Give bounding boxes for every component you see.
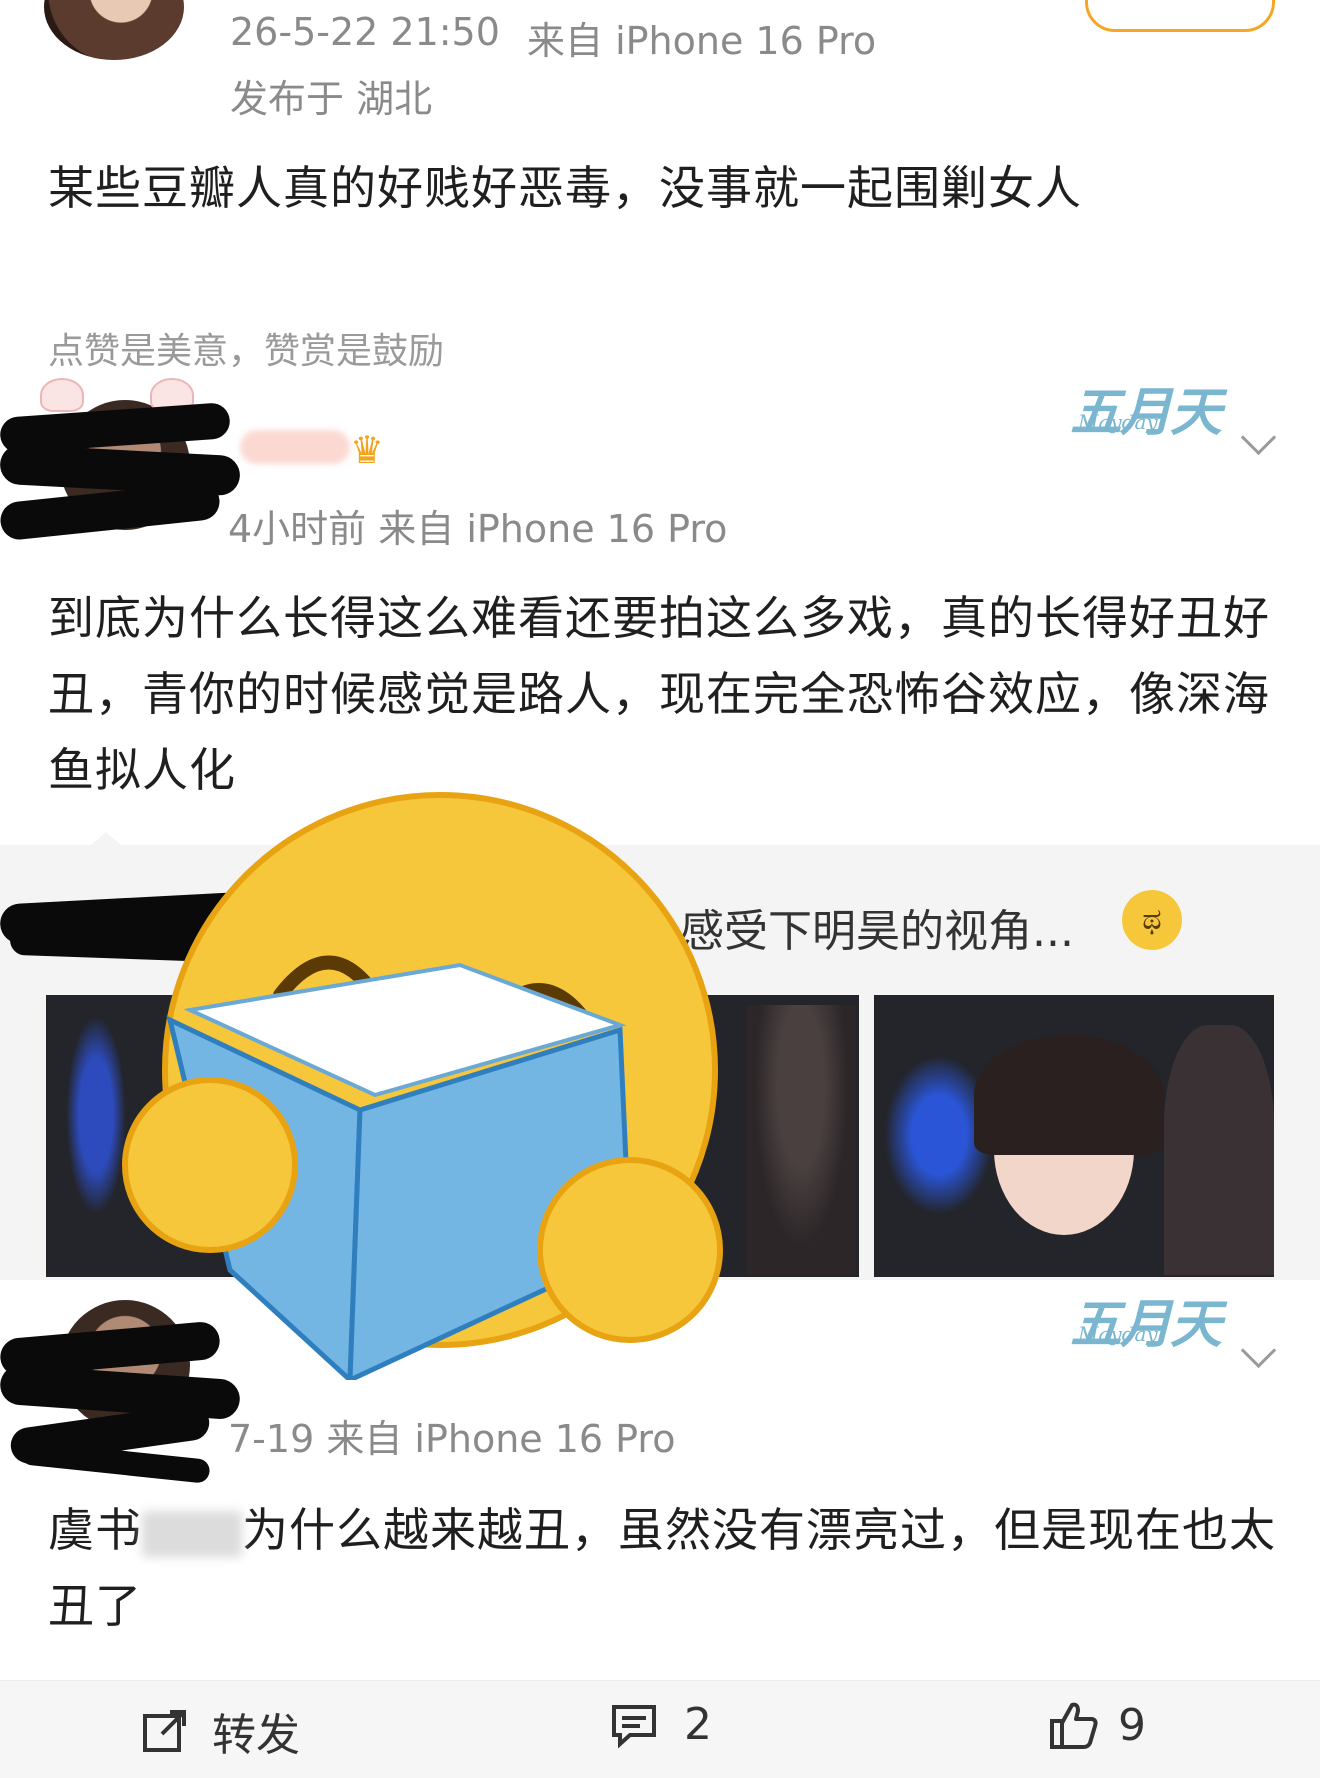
- mayday-watermark-sub: Mayday: [1078, 1322, 1158, 1346]
- comment-2-watermark: 五月天 Mayday: [1070, 1282, 1240, 1362]
- bunny-ears-decoration: [40, 378, 84, 412]
- crown-badge-icon: ♛: [350, 428, 385, 472]
- thumbs-up-icon: [1050, 1702, 1098, 1749]
- emoji-hand-left: [122, 1077, 298, 1253]
- quote-photo-2[interactable]: [874, 995, 1274, 1277]
- action-bar: 转发 2 9: [0, 1680, 1320, 1778]
- crying-emoji-icon: ಥ: [1122, 890, 1182, 950]
- reading-book-emoji-icon: [122, 792, 723, 1380]
- poster-avatar[interactable]: [44, 0, 184, 60]
- comment-icon: [612, 1704, 656, 1748]
- comment-1-avatar-frame[interactable]: [0, 378, 260, 550]
- blurred-name: [142, 1510, 242, 1557]
- comment-1-text: 到底为什么长得这么难看还要拍这么多戏，真的长得好丑好丑，青你的时候感觉是路人，现…: [48, 591, 1270, 797]
- comment-1-watermark: 五月天 Mayday: [1070, 370, 1240, 450]
- dark-hair: [974, 1035, 1164, 1155]
- reward-hint: 点赞是美意，赞赏是鼓励: [48, 331, 445, 372]
- stage-figure: [746, 1005, 856, 1275]
- comment-1-meta: 4小时前 来自 iPhone 16 Pro: [228, 507, 728, 551]
- like-count: 9: [1118, 1699, 1146, 1751]
- comment-2-text-start: 虞书: [48, 1503, 142, 1557]
- comment-count: 2: [684, 1699, 712, 1750]
- repost-label: 转发: [212, 1710, 300, 1761]
- comment-button[interactable]: 2: [610, 1699, 712, 1750]
- chevron-down-icon[interactable]: [1240, 419, 1277, 456]
- post-text: 某些豆瓣人真的好贱好恶毒，没事就一起围剿女人: [48, 161, 1082, 215]
- post-location: 发布于 湖北: [230, 77, 433, 121]
- emoji-hand-right: [537, 1157, 723, 1343]
- commenter-name-blurred[interactable]: [240, 430, 350, 464]
- follow-button[interactable]: [1085, 0, 1275, 32]
- comment-2-meta: 7-19 来自 iPhone 16 Pro: [228, 1417, 676, 1461]
- post-time: 26-5-22 21:50: [230, 10, 500, 54]
- repost-button[interactable]: 转发: [140, 1699, 300, 1763]
- like-button[interactable]: 9: [1048, 1699, 1146, 1751]
- chevron-down-icon[interactable]: [1240, 1332, 1277, 1369]
- comment-2-text: 虞书 为什么越来越丑，虽然没有漂亮过，但是现在也太丑了: [48, 1492, 1288, 1644]
- mayday-watermark-sub: Mayday: [1078, 410, 1158, 434]
- background-person: [1164, 1025, 1274, 1275]
- share-icon: [143, 1710, 186, 1752]
- post-source: 来自 iPhone 16 Pro: [527, 19, 877, 63]
